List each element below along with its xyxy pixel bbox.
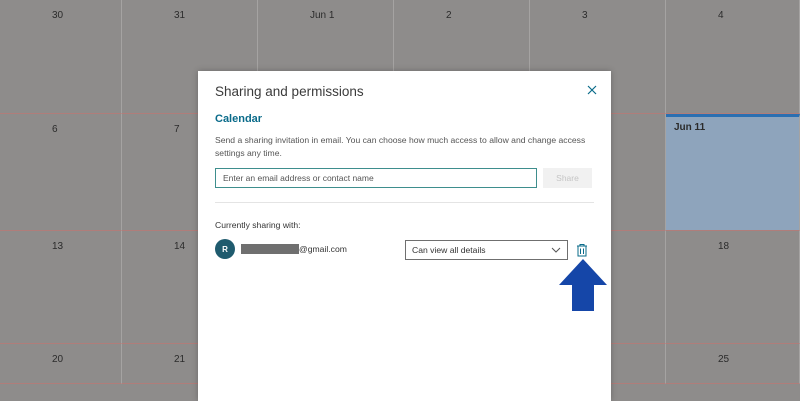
day-number: 14 [174, 241, 186, 252]
day-cell[interactable]: 25 [666, 344, 800, 384]
close-icon [587, 85, 597, 95]
day-number: 3 [582, 10, 588, 21]
share-button[interactable]: Share [543, 168, 592, 188]
permission-value: Can view all details [412, 245, 486, 255]
day-number: 13 [52, 241, 64, 252]
redacted-email [241, 244, 299, 254]
avatar: R [215, 239, 235, 259]
close-button[interactable] [585, 83, 599, 97]
day-number: 7 [174, 124, 180, 135]
day-number: 4 [718, 10, 724, 21]
day-number: 6 [52, 124, 58, 135]
day-number: 30 [52, 10, 64, 21]
day-cell[interactable]: 6 [0, 114, 122, 231]
day-number: 25 [718, 354, 730, 365]
day-cell[interactable]: 20 [0, 344, 122, 384]
day-number: Jun 1 [310, 10, 335, 21]
currently-sharing-label: Currently sharing with: [215, 220, 301, 230]
dialog-title: Sharing and permissions [215, 84, 364, 99]
sharing-dialog: Sharing and permissions Calendar Send a … [198, 71, 611, 401]
shared-email: @gmail.com [241, 244, 347, 254]
day-cell[interactable]: 30 [0, 0, 122, 114]
email-input[interactable] [215, 168, 537, 188]
chevron-down-icon [551, 247, 561, 253]
day-number: 18 [718, 241, 730, 252]
day-cell[interactable]: 13 [0, 231, 122, 344]
up-arrow-annotation [559, 259, 607, 311]
permission-dropdown[interactable]: Can view all details [405, 240, 568, 260]
divider [215, 202, 594, 203]
email-suffix: @gmail.com [299, 244, 347, 254]
day-number: 2 [446, 10, 452, 21]
day-number: 31 [174, 10, 186, 21]
day-number: 21 [174, 354, 186, 365]
trash-icon [577, 244, 587, 257]
day-cell[interactable]: 4 [666, 0, 800, 114]
delete-button[interactable] [575, 242, 589, 258]
day-cell[interactable]: 18 [666, 231, 800, 344]
day-number: Jun 11 [674, 122, 706, 133]
day-cell-selected[interactable]: Jun 11 [666, 114, 800, 231]
day-number: 20 [52, 354, 64, 365]
calendar-name: Calendar [215, 113, 263, 125]
share-description: Send a sharing invitation in email. You … [215, 135, 586, 158]
